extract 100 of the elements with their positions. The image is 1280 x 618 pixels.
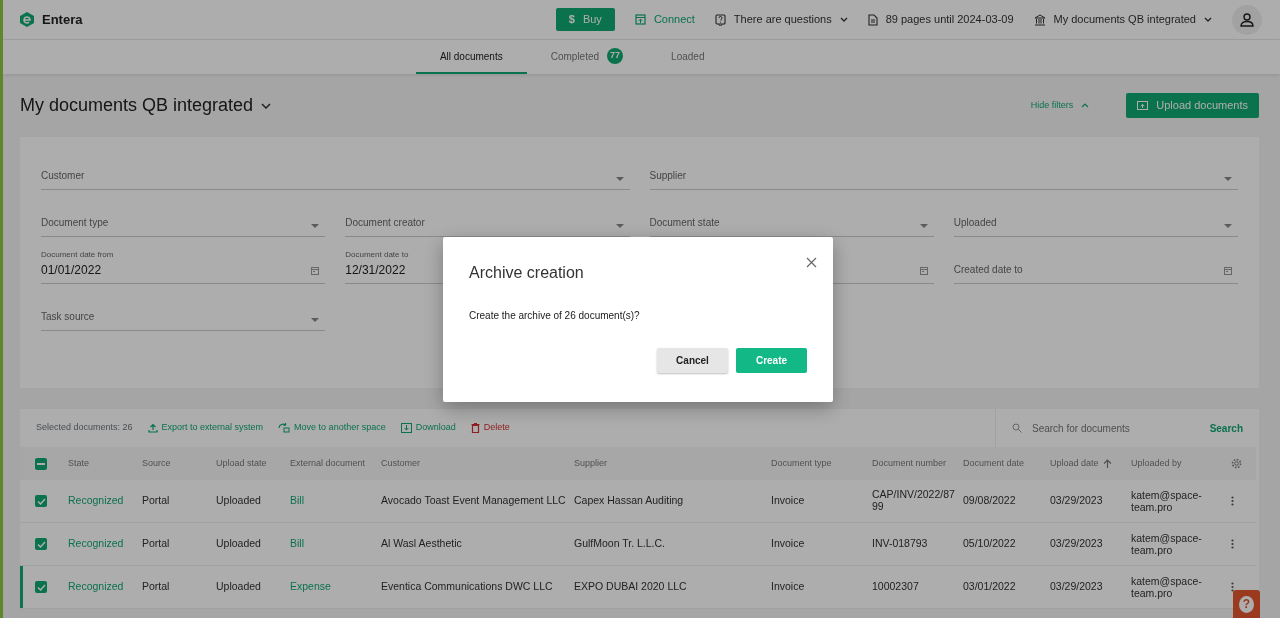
filter-field[interactable]: Document date from 01/01/2022 [41, 251, 326, 284]
table-cell: GulfMoon Tr. L.L.C. [574, 537, 666, 550]
table-link[interactable]: Bill [290, 537, 304, 550]
table-cell: Capex Hassan Auditing [574, 494, 684, 507]
table-cell: 10002307 [872, 580, 919, 593]
toolbar-action[interactable]: Delete [470, 421, 510, 435]
table-cell: Uploaded [216, 494, 261, 507]
page-title[interactable]: My documents QB integrated [20, 92, 272, 119]
table-cell: INV-018793 [872, 537, 928, 550]
dialog-title: Archive creation [469, 263, 585, 283]
table-cell: EXPO DUBAI 2020 LLC [574, 580, 687, 593]
logo-icon [20, 12, 34, 27]
row-checkbox[interactable] [35, 581, 47, 593]
tab[interactable]: Loaded [647, 40, 748, 74]
table-link[interactable]: Recognized [68, 537, 124, 550]
cancel-button[interactable]: Cancel [657, 348, 728, 374]
table-cell: Eventica Communications DWC LLC [381, 580, 553, 593]
table-cell: 03/29/2023 [1050, 537, 1103, 550]
sort-arrow-icon [1102, 459, 1112, 468]
chevron-down-icon [1204, 17, 1212, 22]
dropdown-icon [615, 224, 624, 228]
dropdown-icon [919, 224, 928, 228]
upload-documents-button[interactable]: Upload documents [1126, 93, 1259, 118]
table-cell: katem@space-team.pro [1131, 488, 1202, 513]
chevron-up-icon [1081, 103, 1090, 108]
table-cell: Invoice [771, 494, 805, 507]
check-icon [36, 583, 46, 591]
select-all-checkbox[interactable] [35, 457, 47, 470]
help-button[interactable]: ? [1233, 590, 1260, 618]
filter-field[interactable]: Uploaded [953, 204, 1238, 237]
table-link[interactable]: Recognized [68, 494, 124, 507]
more-icon[interactable] [1231, 582, 1234, 593]
logo-text: Entera [42, 10, 83, 29]
row-checkbox[interactable] [35, 538, 47, 550]
table-cell: katem@space-team.pro [1131, 574, 1202, 599]
filter-field[interactable]: Customer [41, 157, 630, 190]
dollar-icon: $ [568, 11, 575, 28]
table-cell: 09/08/2022 [963, 494, 1016, 507]
filter-field[interactable]: Supplier [649, 157, 1238, 190]
table-link[interactable]: Recognized [68, 580, 124, 593]
tab[interactable]: Completed 77 [526, 40, 648, 74]
table-link[interactable]: Bill [290, 494, 304, 507]
table-cell: Invoice [771, 580, 805, 593]
filter-field[interactable]: Created date to [953, 251, 1238, 284]
table-cell: Portal [142, 494, 170, 507]
check-icon [36, 540, 46, 548]
connect-link[interactable]: Connect [634, 11, 695, 28]
table-cell: 03/01/2022 [963, 580, 1016, 593]
more-icon[interactable] [1231, 539, 1234, 550]
trash-icon [470, 423, 480, 433]
column-header[interactable]: Customer [381, 456, 420, 471]
minus-icon [37, 462, 45, 465]
upload-icon [147, 423, 158, 433]
column-header[interactable]: Source [142, 456, 171, 471]
questions-menu[interactable]: There are questions [714, 11, 848, 28]
pages-remaining: 89 pages until 2024-03-09 [885, 12, 1014, 28]
question-icon [714, 13, 726, 26]
table-cell: 03/29/2023 [1050, 580, 1103, 593]
table-cell: katem@space-team.pro [1131, 531, 1202, 556]
chevron-down-icon [839, 17, 848, 22]
bank-icon [1033, 13, 1046, 26]
swap-icon [278, 423, 291, 433]
toolbar-action[interactable]: Download [400, 421, 456, 435]
download-icon [400, 423, 412, 433]
filter-field[interactable]: Document type [41, 204, 326, 237]
check-icon [36, 497, 46, 505]
settings-icon[interactable] [1231, 457, 1242, 469]
hide-filters-link[interactable]: Hide filters [1030, 98, 1090, 113]
table-cell: Uploaded [216, 537, 261, 550]
table-cell: 05/10/2022 [963, 537, 1016, 550]
table-cell: 03/29/2023 [1050, 494, 1103, 507]
document-icon [867, 13, 878, 26]
row-checkbox[interactable] [35, 495, 47, 507]
table-cell: Invoice [771, 537, 805, 550]
table-cell: Portal [142, 537, 170, 550]
close-icon [806, 256, 817, 268]
column-header[interactable]: State [68, 456, 89, 471]
dropdown-icon [311, 318, 320, 322]
table-cell: Avocado Toast Event Management LLC [381, 494, 566, 507]
create-button[interactable]: Create [736, 348, 807, 374]
connect-icon [634, 14, 646, 25]
tab[interactable]: All documents [415, 40, 527, 74]
dropdown-icon [1224, 177, 1232, 181]
toolbar-action[interactable]: Export to external system [147, 421, 264, 435]
column-header[interactable]: Supplier [574, 456, 608, 471]
toolbar-action[interactable]: Move to another space [278, 421, 386, 435]
search-field[interactable]: Search for documents [1030, 419, 1202, 437]
dropdown-icon [1224, 224, 1232, 228]
user-icon [1240, 12, 1254, 27]
user-avatar[interactable] [1232, 4, 1262, 35]
table-link[interactable]: Expense [290, 580, 331, 593]
table-cell: Uploaded [216, 580, 261, 593]
search-button[interactable]: Search [1209, 420, 1243, 436]
buy-button[interactable]: $ Buy [555, 8, 615, 31]
filter-field[interactable]: Task source [41, 298, 326, 331]
count-badge: 77 [607, 48, 624, 64]
workspace-menu[interactable]: My documents QB integrated [1033, 11, 1212, 28]
chevron-down-icon [261, 102, 272, 109]
table-cell: CAP/INV/2022/8799 [872, 488, 955, 512]
more-icon[interactable] [1231, 496, 1234, 507]
